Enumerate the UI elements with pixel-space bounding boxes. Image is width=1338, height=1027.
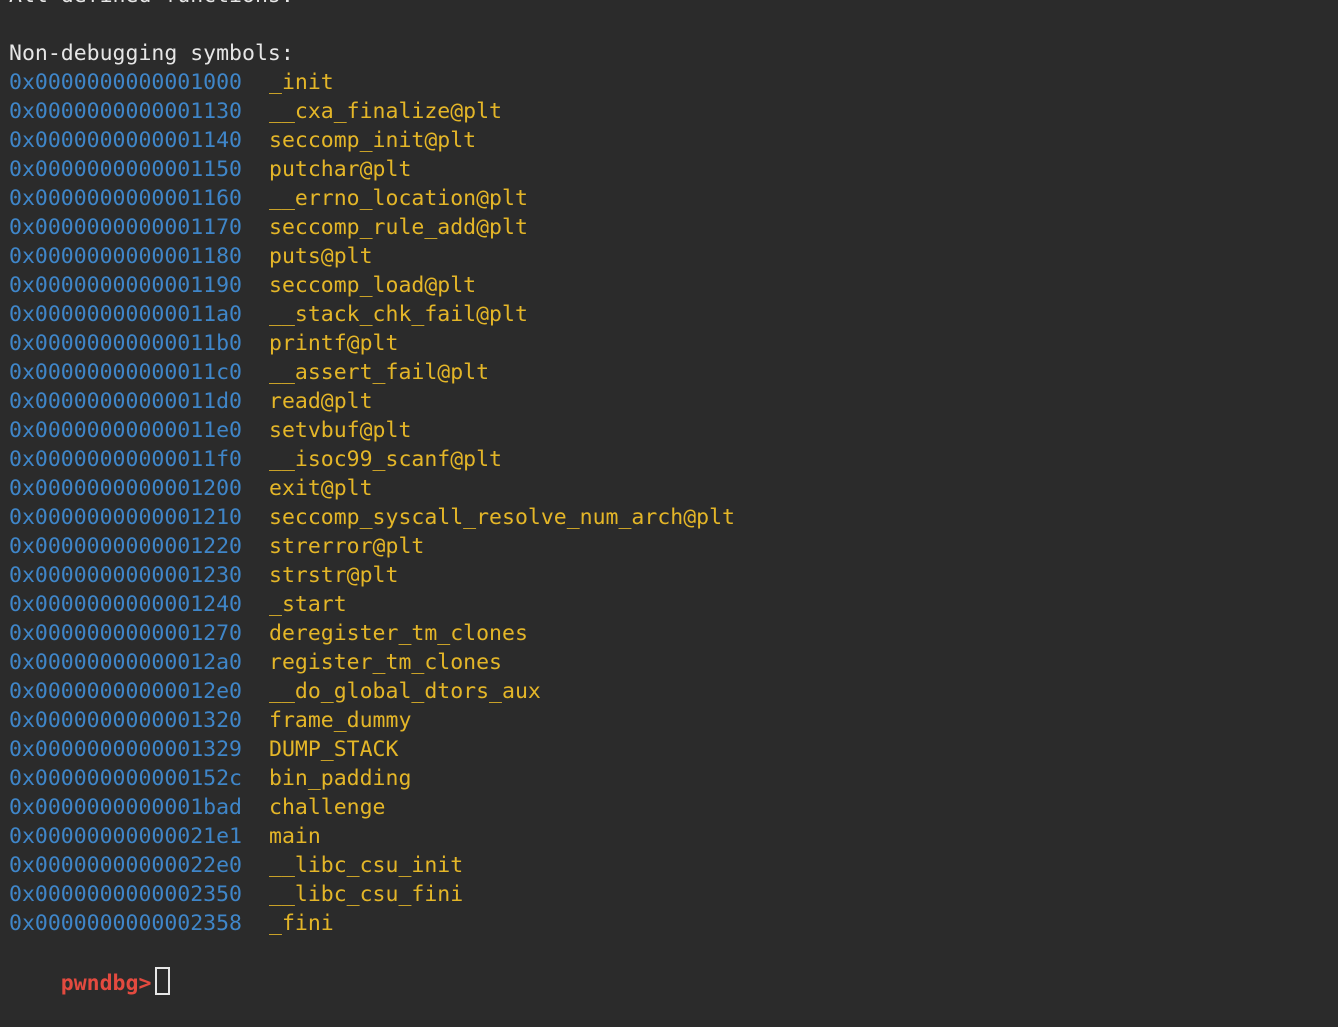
symbol-address: 0x0000000000001160 <box>9 186 242 211</box>
symbol-row: 0x000000000000152c bin_padding <box>9 764 1338 793</box>
symbol-row: 0x0000000000002358 _fini <box>9 909 1338 938</box>
symbol-address: 0x0000000000001220 <box>9 534 242 559</box>
symbol-name: __assert_fail@plt <box>269 360 490 385</box>
symbol-name: __errno_location@plt <box>269 186 528 211</box>
symbol-name: __stack_chk_fail@plt <box>269 302 528 327</box>
symbol-row: 0x0000000000001130 __cxa_finalize@plt <box>9 97 1338 126</box>
symbol-list: 0x0000000000001000 _init 0x000000000000113… <box>9 68 1338 938</box>
symbol-name: _init <box>269 70 334 95</box>
symbol-address: 0x0000000000001bad <box>9 795 242 820</box>
symbol-row: 0x0000000000001190 seccomp_load@plt <box>9 271 1338 300</box>
symbol-name: _start <box>269 592 347 617</box>
symbol-name: seccomp_load@plt <box>269 273 477 298</box>
symbol-name: read@plt <box>269 389 373 414</box>
symbol-address: 0x0000000000002358 <box>9 911 242 936</box>
symbol-name: _fini <box>269 911 334 936</box>
symbol-address: 0x0000000000001130 <box>9 99 242 124</box>
symbol-row: 0x0000000000001210 seccomp_syscall_resolv… <box>9 503 1338 532</box>
symbol-address: 0x0000000000001329 <box>9 737 242 762</box>
symbol-name: frame_dummy <box>269 708 412 733</box>
symbol-name: main <box>269 824 321 849</box>
symbol-row: 0x0000000000001230 strstr@plt <box>9 561 1338 590</box>
symbol-row: 0x00000000000011b0 printf@plt <box>9 329 1338 358</box>
symbol-name: exit@plt <box>269 476 373 501</box>
symbol-row: 0x0000000000001150 putchar@plt <box>9 155 1338 184</box>
symbol-row: 0x0000000000001bad challenge <box>9 793 1338 822</box>
symbol-row: 0x0000000000001329 DUMP_STACK <box>9 735 1338 764</box>
symbol-address: 0x0000000000001190 <box>9 273 242 298</box>
symbol-row: 0x0000000000001140 seccomp_init@plt <box>9 126 1338 155</box>
symbol-name: __libc_csu_fini <box>269 882 464 907</box>
symbol-address: 0x0000000000002350 <box>9 882 242 907</box>
symbol-address: 0x00000000000012e0 <box>9 679 242 704</box>
symbol-name: __do_global_dtors_aux <box>269 679 541 704</box>
symbol-address: 0x0000000000001210 <box>9 505 242 530</box>
symbol-address: 0x00000000000011e0 <box>9 418 242 443</box>
symbol-address: 0x00000000000021e1 <box>9 824 242 849</box>
symbol-row: 0x0000000000001200 exit@plt <box>9 474 1338 503</box>
prompt-line[interactable]: pwndbg> <box>9 938 1338 996</box>
symbol-row: 0x0000000000001160 __errno_location@plt <box>9 184 1338 213</box>
symbol-address: 0x0000000000001270 <box>9 621 242 646</box>
symbol-row: 0x0000000000001320 frame_dummy <box>9 706 1338 735</box>
symbol-address: 0x0000000000001320 <box>9 708 242 733</box>
symbol-address: 0x00000000000012a0 <box>9 650 242 675</box>
terminal-output: All defined functions: Non-debugging sym… <box>9 0 1338 996</box>
symbol-name: challenge <box>269 795 386 820</box>
symbol-row: 0x0000000000001270 deregister_tm_clones <box>9 619 1338 648</box>
text-cursor <box>155 967 171 995</box>
symbol-row: 0x00000000000011e0 setvbuf@plt <box>9 416 1338 445</box>
section-title: Non-debugging symbols: <box>9 41 294 66</box>
symbol-row: 0x00000000000011c0 __assert_fail@plt <box>9 358 1338 387</box>
symbol-row: 0x00000000000021e1 main <box>9 822 1338 851</box>
symbol-name: putchar@plt <box>269 157 412 182</box>
symbol-address: 0x00000000000011a0 <box>9 302 242 327</box>
symbol-address: 0x0000000000001180 <box>9 244 242 269</box>
symbol-address: 0x00000000000011d0 <box>9 389 242 414</box>
symbol-name: DUMP_STACK <box>269 737 399 762</box>
symbol-name: printf@plt <box>269 331 399 356</box>
symbol-row: 0x00000000000012e0 __do_global_dtors_aux <box>9 677 1338 706</box>
symbol-row: 0x00000000000022e0 __libc_csu_init <box>9 851 1338 880</box>
symbol-name: deregister_tm_clones <box>269 621 528 646</box>
symbol-row: 0x0000000000001000 _init <box>9 68 1338 97</box>
symbol-address: 0x000000000000152c <box>9 766 242 791</box>
symbol-address: 0x0000000000001000 <box>9 70 242 95</box>
symbol-row: 0x0000000000002350 __libc_csu_fini <box>9 880 1338 909</box>
symbol-address: 0x00000000000011c0 <box>9 360 242 385</box>
symbol-address: 0x0000000000001150 <box>9 157 242 182</box>
symbol-row: 0x0000000000001220 strerror@plt <box>9 532 1338 561</box>
partial-header-line: All defined functions: <box>9 0 1338 10</box>
symbol-name: puts@plt <box>269 244 373 269</box>
symbol-name: __isoc99_scanf@plt <box>269 447 502 472</box>
symbol-address: 0x00000000000011f0 <box>9 447 242 472</box>
symbol-row: 0x0000000000001170 seccomp_rule_add@plt <box>9 213 1338 242</box>
symbol-row: 0x00000000000011d0 read@plt <box>9 387 1338 416</box>
symbol-name: seccomp_init@plt <box>269 128 477 153</box>
symbol-name: register_tm_clones <box>269 650 502 675</box>
symbol-name: __cxa_finalize@plt <box>269 99 502 124</box>
prompt-label: pwndbg> <box>60 971 152 996</box>
symbol-row: 0x0000000000001180 puts@plt <box>9 242 1338 271</box>
symbol-name: strerror@plt <box>269 534 425 559</box>
symbol-row: 0x00000000000011f0 __isoc99_scanf@plt <box>9 445 1338 474</box>
symbol-name: bin_padding <box>269 766 412 791</box>
symbol-address: 0x0000000000001240 <box>9 592 242 617</box>
symbol-name: __libc_csu_init <box>269 853 464 878</box>
symbol-address: 0x0000000000001170 <box>9 215 242 240</box>
symbol-address: 0x0000000000001200 <box>9 476 242 501</box>
symbol-address: 0x0000000000001230 <box>9 563 242 588</box>
symbol-row: 0x0000000000001240 _start <box>9 590 1338 619</box>
symbol-name: setvbuf@plt <box>269 418 412 443</box>
symbol-address: 0x0000000000001140 <box>9 128 242 153</box>
symbol-row: 0x00000000000011a0 __stack_chk_fail@plt <box>9 300 1338 329</box>
symbol-address: 0x00000000000011b0 <box>9 331 242 356</box>
symbol-name: seccomp_syscall_resolve_num_arch@plt <box>269 505 735 530</box>
symbol-address: 0x00000000000022e0 <box>9 853 242 878</box>
symbol-name: seccomp_rule_add@plt <box>269 215 528 240</box>
symbol-row: 0x00000000000012a0 register_tm_clones <box>9 648 1338 677</box>
symbol-name: strstr@plt <box>269 563 399 588</box>
